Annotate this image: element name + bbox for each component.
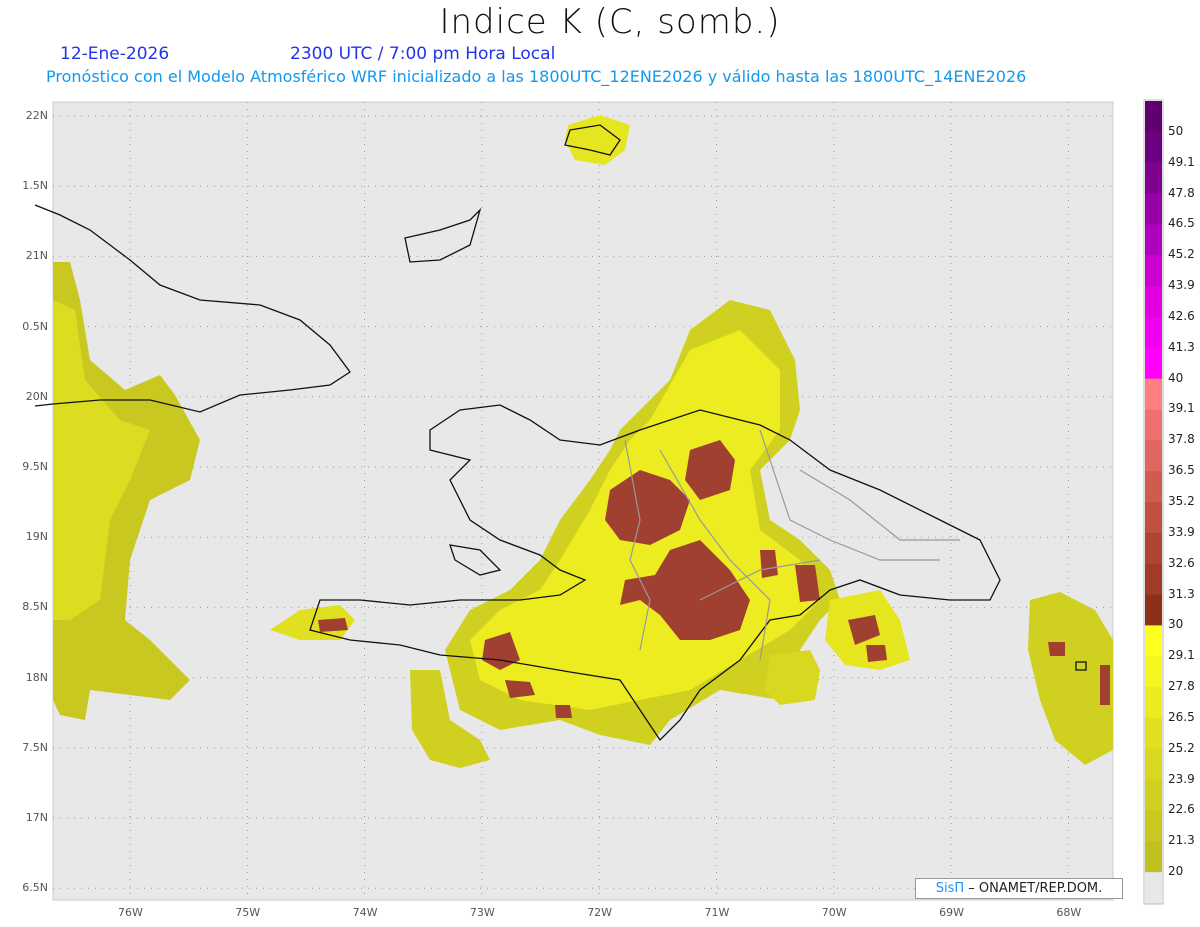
- colorbar-label: 25.2: [1168, 740, 1195, 755]
- colorbar-swatch: [1145, 717, 1162, 750]
- colorbar-swatch: [1145, 471, 1162, 503]
- colorbar-label: 41.3: [1168, 339, 1195, 354]
- colorbar-label: 30: [1168, 617, 1184, 632]
- lat-label: 17N: [25, 811, 48, 824]
- colorbar-swatch: [1145, 625, 1162, 657]
- colorbar-label: 32.6: [1168, 555, 1195, 570]
- colorbar-label: 43.9: [1168, 278, 1195, 293]
- colorbar-label: 35.2: [1168, 494, 1195, 508]
- colorbar-swatch: [1145, 440, 1162, 472]
- brown-region-7: [760, 550, 778, 578]
- colorbar-swatch: [1145, 131, 1162, 164]
- lat-label: 1.5N: [22, 179, 48, 193]
- colorbar-label: 27.8: [1168, 679, 1195, 694]
- colorbar-label: 40: [1168, 370, 1184, 385]
- lat-label: 21N: [25, 249, 48, 263]
- lon-label: 72W: [587, 906, 613, 919]
- colorbar-label: 47.8: [1168, 185, 1195, 200]
- lat-label: 9.5N: [22, 460, 48, 473]
- colorbar-label: 37.8: [1168, 432, 1195, 447]
- colorbar-swatch: [1145, 656, 1162, 688]
- colorbar-swatch: [1145, 255, 1162, 287]
- brown-region-6: [555, 705, 572, 718]
- colorbar-swatch: [1145, 748, 1162, 781]
- colorbar: [1143, 99, 1164, 905]
- credit-box: SisΠ – ONAMET/REP.DOM.: [915, 878, 1123, 899]
- brown-region-13: [1100, 665, 1110, 705]
- lon-label: 69W: [939, 906, 964, 919]
- k-index-map: [34, 99, 1164, 905]
- lon-label: 74W: [352, 906, 378, 919]
- colorbar-label: 26.5: [1168, 709, 1195, 724]
- colorbar-label: 39.1: [1168, 401, 1195, 416]
- lon-label: 71W: [704, 906, 730, 919]
- colorbar-swatch: [1145, 532, 1162, 565]
- colorbar-swatch: [1145, 224, 1162, 256]
- colorbar-label: 36.5: [1168, 463, 1195, 478]
- lon-label: 70W: [821, 906, 847, 919]
- lat-label: 6.5N: [22, 881, 48, 895]
- colorbar-swatch: [1145, 378, 1162, 410]
- brown-region-11: [318, 618, 348, 632]
- brown-region-12: [1048, 642, 1065, 656]
- colorbar-label: 22.6: [1168, 802, 1195, 817]
- colorbar-label: 29.1: [1168, 648, 1195, 663]
- yellow-region-east-south: [765, 650, 820, 705]
- lat-label: 19N: [25, 530, 48, 544]
- colorbar-swatch: [1145, 316, 1162, 349]
- colorbar-label: 23.9: [1168, 771, 1195, 786]
- colorbar-label: 31.3: [1168, 586, 1195, 601]
- colorbar-swatch: [1145, 687, 1162, 719]
- lat-label: 20N: [25, 389, 48, 403]
- colorbar-label: 46.5: [1168, 216, 1195, 231]
- colorbar-label: 20: [1168, 864, 1184, 879]
- lat-label: 7.5N: [22, 740, 48, 754]
- colorbar-swatch: [1145, 810, 1162, 842]
- colorbar-swatch: [1145, 502, 1162, 534]
- colorbar-swatch: [1145, 193, 1162, 225]
- colorbar-swatch: [1145, 594, 1162, 626]
- colorbar-label: 42.6: [1168, 308, 1195, 323]
- colorbar-label: 49.1: [1168, 154, 1195, 169]
- colorbar-swatch: [1145, 779, 1162, 811]
- colorbar-label: 33.9: [1168, 524, 1195, 539]
- colorbar-swatch: [1145, 286, 1162, 318]
- brown-region-10: [866, 645, 887, 662]
- lon-label: 76W: [118, 906, 143, 919]
- colorbar-label: 50: [1168, 123, 1184, 138]
- lon-label: 73W: [469, 906, 495, 919]
- colorbar-label: 45.2: [1168, 247, 1195, 262]
- colorbar-label: 21.3: [1168, 833, 1195, 848]
- credit-brand: SisΠ: [935, 881, 965, 896]
- credit-text: – ONAMET/REP.DOM.: [968, 881, 1103, 896]
- colorbar-swatch: [1145, 872, 1162, 904]
- lat-label: 18N: [25, 670, 48, 684]
- colorbar-swatch: [1145, 563, 1162, 596]
- lat-label: 22N: [25, 109, 48, 122]
- colorbar-swatch: [1145, 347, 1162, 380]
- lat-label: 8.5N: [22, 600, 48, 614]
- lon-label: 75W: [235, 906, 261, 919]
- colorbar-swatch: [1145, 162, 1162, 195]
- colorbar-swatch: [1145, 101, 1162, 133]
- lat-label: 0.5N: [22, 319, 48, 333]
- colorbar-swatch: [1145, 409, 1162, 441]
- colorbar-swatch: [1145, 841, 1162, 873]
- lon-label: 68W: [1056, 906, 1082, 919]
